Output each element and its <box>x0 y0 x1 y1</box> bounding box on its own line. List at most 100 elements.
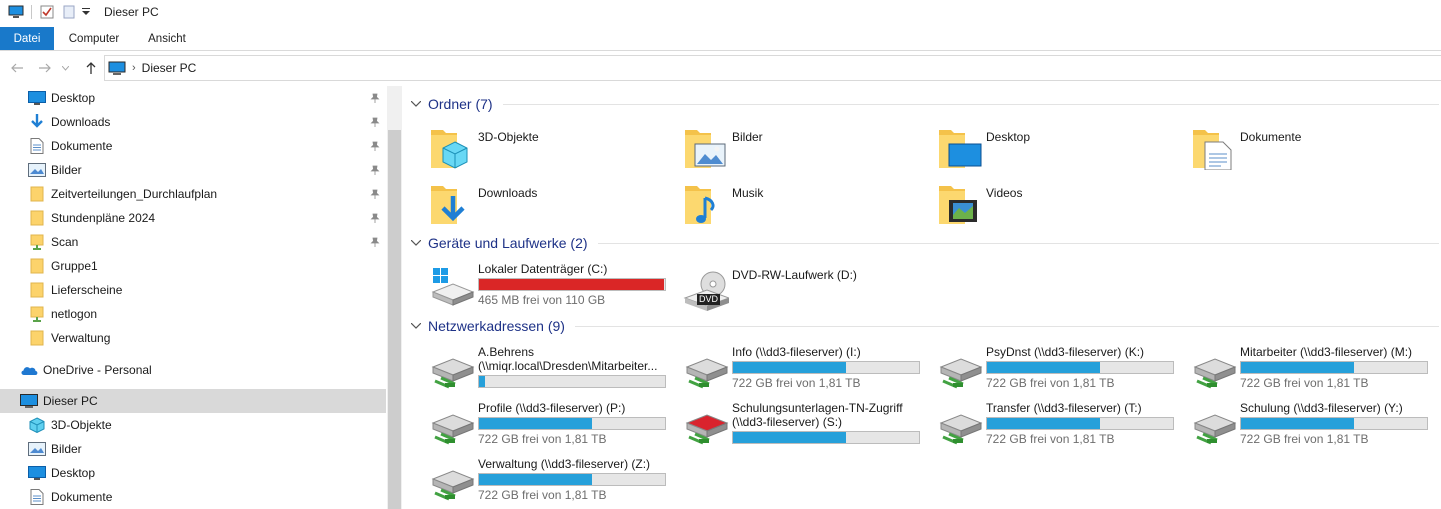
network-drive-tile[interactable]: Schulungsunterlagen-TN-Zugriff (\\dd3-fil… <box>683 401 920 447</box>
group-header-network[interactable]: Netzwerkadressen (9) <box>410 316 1439 336</box>
drive-name: DVD-RW-Laufwerk (D:) <box>732 268 857 282</box>
pin-icon <box>370 164 380 178</box>
video-icon <box>937 180 983 226</box>
network-drive-icon <box>937 345 983 391</box>
folder-tile[interactable]: Downloads <box>429 180 537 226</box>
new-folder-icon[interactable] <box>58 1 80 23</box>
group-header-folders[interactable]: Ordner (7) <box>410 94 1439 114</box>
dvd-badge: DVD <box>697 294 721 305</box>
pin-icon <box>370 236 380 250</box>
group-title: Ordner (7) <box>428 96 493 112</box>
folder-name: Dokumente <box>1240 130 1302 144</box>
customize-toolbar-chevron-icon[interactable] <box>80 1 92 23</box>
network-drive-tile[interactable]: Profile (\\dd3-fileserver) (P:) 722 GB fr… <box>429 401 666 447</box>
nav-item-3d-objekte[interactable]: 3D-Objekte <box>0 413 386 437</box>
capacity-bar <box>986 417 1174 430</box>
nav-item-label: Bilder <box>51 442 82 456</box>
computer-icon <box>108 61 126 76</box>
network-drive-icon <box>429 345 475 391</box>
free-space-text: 722 GB frei von 1,81 TB <box>478 432 607 446</box>
free-space-text: 722 GB frei von 1,81 TB <box>1240 376 1369 390</box>
free-space-text: 722 GB frei von 1,81 TB <box>732 376 861 390</box>
computer-icon[interactable] <box>5 1 27 23</box>
document-icon <box>28 488 46 506</box>
drive-tile-d[interactable]: DVD DVD-RW-Laufwerk (D:) <box>683 268 857 314</box>
nav-item-label: 3D-Objekte <box>51 418 112 432</box>
drive-name: Schulung (\\dd3-fileserver) (Y:) <box>1240 401 1403 415</box>
nav-item-downloads[interactable]: Downloads <box>0 110 386 134</box>
nav-item-onedrive[interactable]: OneDrive - Personal <box>0 358 386 382</box>
nav-item-desktop[interactable]: Desktop <box>0 461 386 485</box>
recent-locations-chevron-icon[interactable] <box>60 59 70 77</box>
nav-item-label: Gruppe1 <box>51 259 98 273</box>
breadcrumb-separator-icon[interactable]: › <box>132 62 136 74</box>
folder-tile[interactable]: 3D-Objekte <box>429 124 539 170</box>
nav-item-gruppe1[interactable]: Gruppe1 <box>0 254 386 278</box>
group-header-devices[interactable]: Geräte und Laufwerke (2) <box>410 233 1439 253</box>
drive-name: Schulungsunterlagen-TN-Zugriff <box>732 401 903 415</box>
nav-item-label: Lieferscheine <box>51 283 123 297</box>
nav-item-this-pc[interactable]: Dieser PC <box>0 389 386 413</box>
properties-icon[interactable] <box>36 1 58 23</box>
capacity-bar <box>478 375 666 388</box>
nav-item-verwaltung[interactable]: Verwaltung <box>0 326 386 350</box>
network-drive-tile[interactable]: A.Behrens (\\miqr.local\Dresden\Mitarbeit… <box>429 345 666 391</box>
up-arrow-icon[interactable] <box>82 59 100 77</box>
chevron-down-icon[interactable] <box>410 99 425 110</box>
nav-item-stundenpl-ne-2024[interactable]: Stundenpläne 2024 <box>0 206 386 230</box>
folder-tile[interactable]: Bilder <box>683 124 763 170</box>
capacity-bar <box>986 361 1174 374</box>
folder-name: 3D-Objekte <box>478 130 539 144</box>
nav-item-netlogon[interactable]: netlogon <box>0 302 386 326</box>
nav-item-desktop[interactable]: Desktop <box>0 86 386 110</box>
folder-tile[interactable]: Videos <box>937 180 1022 226</box>
drive-name-line2: (\\miqr.local\Dresden\Mitarbeiter... <box>478 359 658 373</box>
chevron-down-icon[interactable] <box>410 238 425 249</box>
nav-item-bilder[interactable]: Bilder <box>0 158 386 182</box>
folder-tile[interactable]: Dokumente <box>1191 124 1302 171</box>
folder-icon <box>28 329 46 347</box>
pin-icon <box>370 92 380 106</box>
network-drive-tile[interactable]: Transfer (\\dd3-fileserver) (T:) 722 GB f… <box>937 401 1174 447</box>
free-space-text: 722 GB frei von 1,81 TB <box>986 432 1115 446</box>
nav-scrollbar-thumb[interactable] <box>388 130 401 509</box>
nav-item-label: Desktop <box>51 91 96 105</box>
nav-item-lieferscheine[interactable]: Lieferscheine <box>0 278 386 302</box>
nav-item-zeitverteilungen-durchlaufplan[interactable]: Zeitverteilungen_Durchlaufplan <box>0 182 386 206</box>
folder-tile[interactable]: Musik <box>683 180 763 226</box>
ribbon-tabs: Datei Computer Ansicht <box>0 27 1441 51</box>
network-drive-tile[interactable]: PsyDnst (\\dd3-fileserver) (K:) 722 GB fr… <box>937 345 1174 391</box>
network-drive-tile[interactable]: Schulung (\\dd3-fileserver) (Y:) 722 GB f… <box>1191 401 1428 447</box>
nav-item-bilder[interactable]: Bilder <box>0 437 386 461</box>
drive-tile-c[interactable]: Lokaler Datenträger (C:) 465 MB frei von … <box>429 262 666 308</box>
chevron-down-icon[interactable] <box>410 321 425 332</box>
nav-item-dokumente[interactable]: Dokumente <box>0 134 386 158</box>
pictures-icon <box>683 124 729 170</box>
back-arrow-icon[interactable] <box>8 59 26 77</box>
tab-view[interactable]: Ansicht <box>134 27 200 50</box>
network-drive-tile[interactable]: Verwaltung (\\dd3-fileserver) (Z:) 722 GB… <box>429 457 666 503</box>
breadcrumb[interactable]: Dieser PC <box>142 61 197 75</box>
nav-item-label: Downloads <box>51 115 111 129</box>
free-space-text: 722 GB frei von 1,81 TB <box>1240 432 1369 446</box>
content-area: Ordner (7) Geräte und Laufwerke (2) Netz… <box>403 86 1441 509</box>
nav-item-dokumente[interactable]: Dokumente <box>0 485 386 509</box>
navigation-bar: › Dieser PC <box>0 55 1441 81</box>
tab-computer[interactable]: Computer <box>54 27 134 50</box>
tab-file[interactable]: Datei <box>0 27 54 50</box>
address-bar[interactable]: › Dieser PC <box>104 55 1441 81</box>
folder-name: Downloads <box>478 186 538 200</box>
network-drive-tile[interactable]: Mitarbeiter (\\dd3-fileserver) (M:) 722 G… <box>1191 345 1428 391</box>
window-title: Dieser PC <box>104 5 159 19</box>
capacity-bar <box>1240 417 1428 430</box>
nav-item-scan[interactable]: Scan <box>0 230 386 254</box>
capacity-bar <box>478 473 666 486</box>
capacity-bar <box>478 278 666 291</box>
pin-icon <box>370 116 380 130</box>
folder-tile[interactable]: Desktop <box>937 124 1030 170</box>
drive-name: A.Behrens <box>478 345 535 359</box>
folder-name: Desktop <box>986 130 1031 144</box>
document-icon <box>1191 124 1237 171</box>
network-drive-tile[interactable]: Info (\\dd3-fileserver) (I:) 722 GB frei … <box>683 345 920 391</box>
forward-arrow-icon[interactable] <box>36 59 54 77</box>
